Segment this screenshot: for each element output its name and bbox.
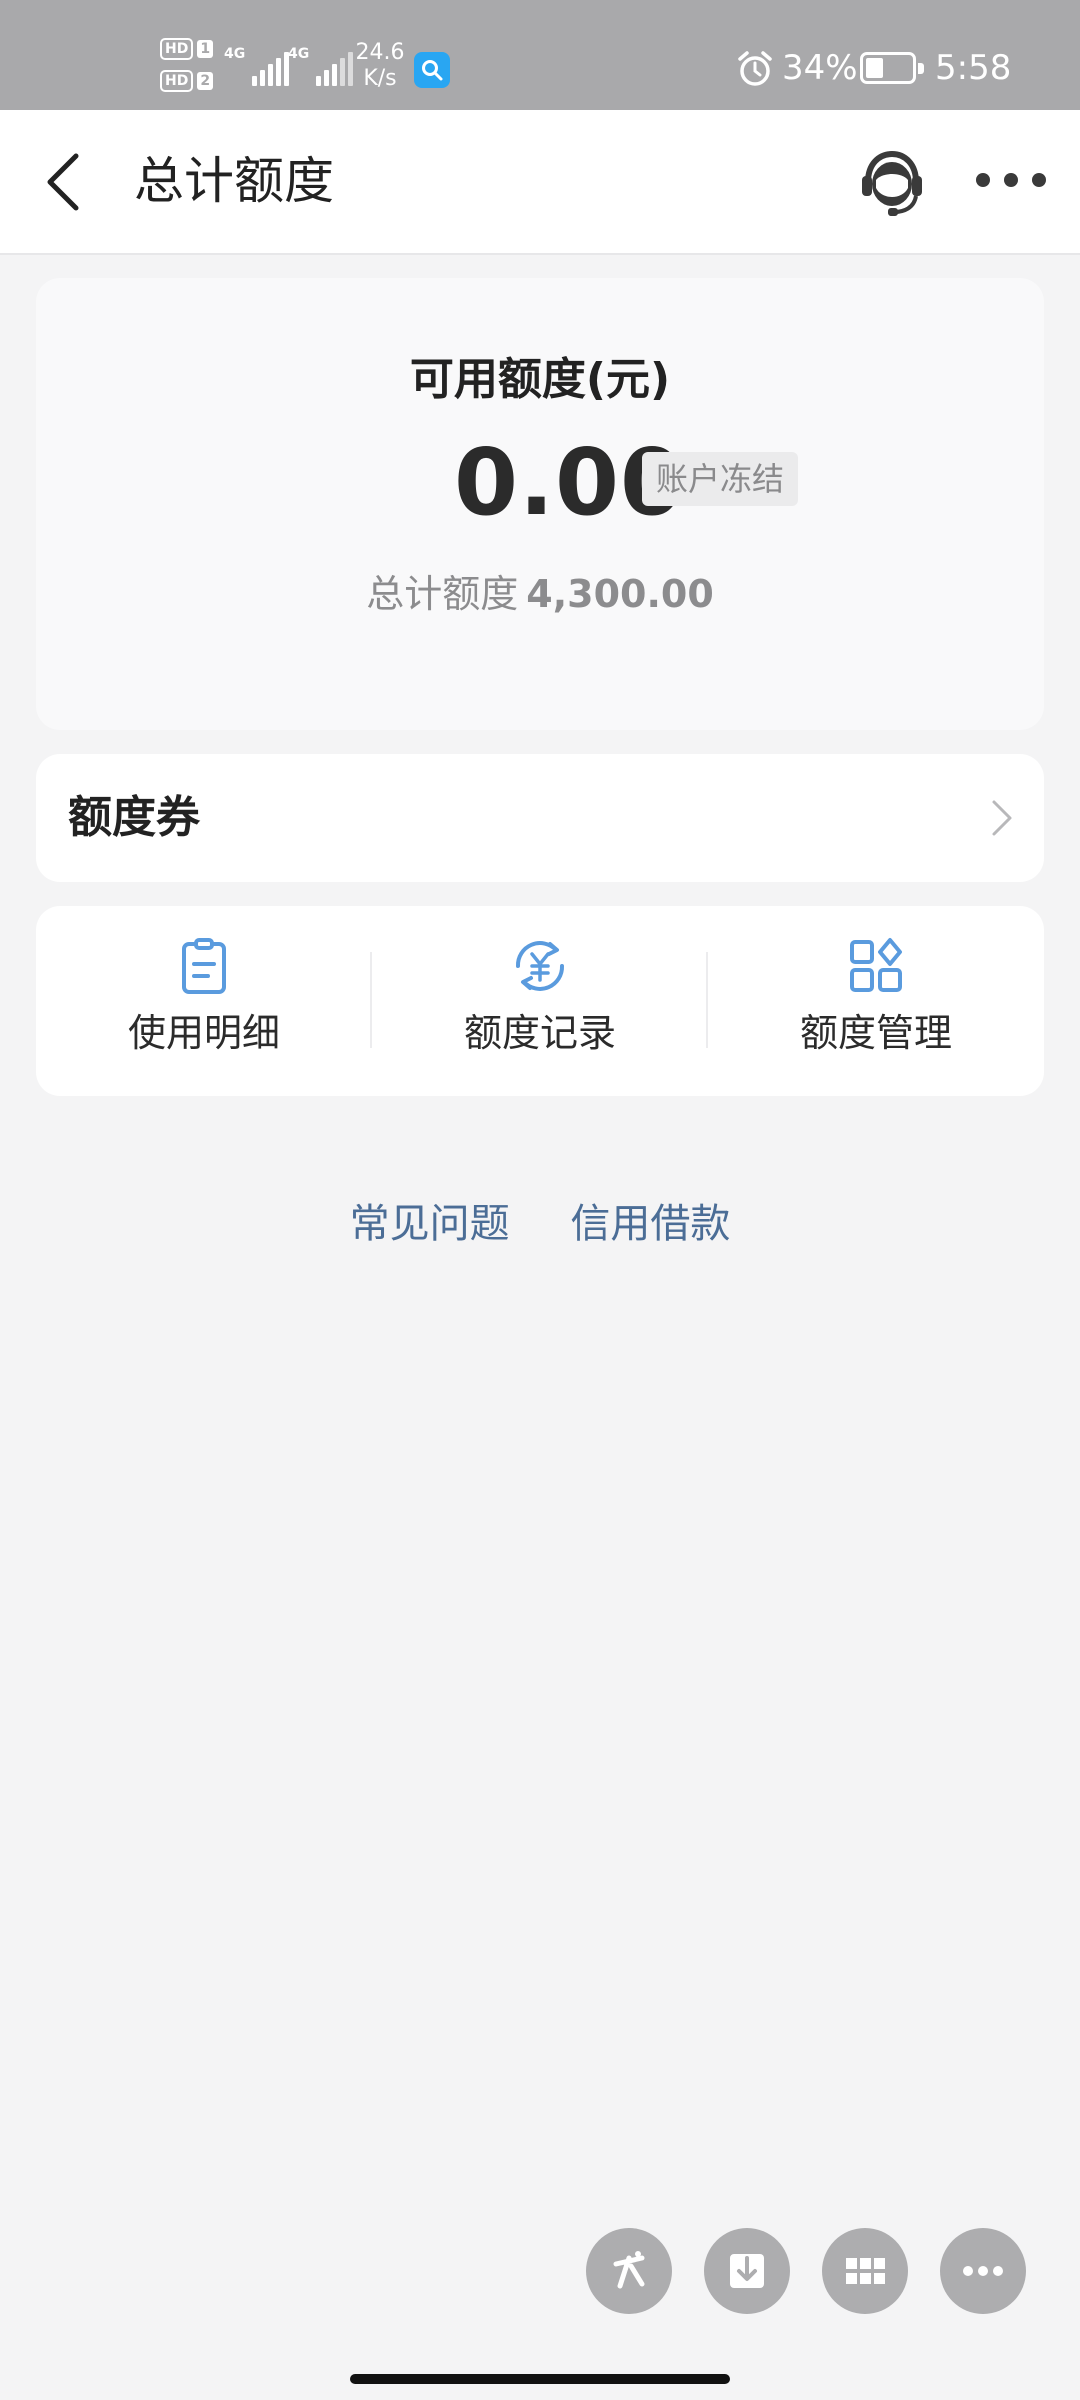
sim2-number: 2 — [197, 72, 214, 90]
page-title: 总计额度 — [134, 152, 334, 210]
search-app-icon — [414, 52, 450, 88]
quick-actions: 使用明细 额度记录 额度管理 — [36, 906, 1044, 1096]
available-credit-card: 可用额度(元) 0.00 账户冻结 总计额度 4,300.00 — [36, 278, 1044, 730]
status-bar: HD 1 HD 2 4G 4G 24.6 K/s 34% 5:58 — [0, 0, 1080, 110]
back-arrow-icon — [47, 153, 79, 211]
account-frozen-badge: 账户冻结 — [642, 452, 799, 506]
network-speed-value: 24.6 — [355, 40, 405, 65]
alarm-icon — [736, 50, 774, 92]
total-credit-value: 4,300.00 — [526, 572, 714, 616]
customer-service-icon — [862, 150, 922, 216]
grid-menu-button[interactable] — [822, 2228, 908, 2314]
total-credit-row: 总计额度 4,300.00 — [36, 568, 1044, 620]
more-floating-button[interactable] — [940, 2228, 1026, 2314]
total-credit-label: 总计额度 — [366, 572, 519, 616]
more-dots-icon — [963, 2266, 1003, 2276]
more-options-button[interactable] — [976, 160, 1046, 200]
grid-icon — [846, 2258, 885, 2284]
signal-1-icon: 4G — [224, 46, 290, 86]
credit-records-button[interactable]: 额度记录 — [372, 906, 708, 1096]
credit-management-button[interactable]: 额度管理 — [708, 906, 1044, 1096]
usage-details-button[interactable]: 使用明细 — [36, 906, 372, 1096]
chevron-right-icon — [992, 800, 1012, 836]
battery-percent: 34% — [782, 48, 858, 88]
sim-indicators: HD 1 HD 2 — [160, 36, 214, 94]
usage-details-label: 使用明细 — [127, 1011, 280, 1055]
credit-coupon-label: 额度券 — [68, 792, 200, 843]
download-button[interactable] — [704, 2228, 790, 2314]
home-indicator[interactable] — [350, 2374, 730, 2384]
sim1-hd-label: HD — [160, 38, 194, 60]
download-icon — [730, 2254, 764, 2288]
available-credit-label: 可用额度(元) — [409, 354, 671, 405]
help-links: 常见问题 信用借款 — [0, 1196, 1080, 1252]
sparkle-icon — [613, 2251, 645, 2289]
apps-grid-icon — [850, 938, 902, 992]
signal-2-icon: 4G — [288, 46, 354, 86]
sim2-hd-label: HD — [160, 70, 194, 92]
sim1-number: 1 — [197, 40, 214, 58]
faq-link[interactable]: 常见问题 — [350, 1201, 510, 1247]
customer-service-button[interactable] — [852, 144, 932, 224]
yen-cycle-icon — [515, 941, 565, 991]
battery-icon — [860, 52, 924, 84]
network-2-label: 4G — [288, 46, 310, 62]
credit-records-label: 额度记录 — [463, 1011, 616, 1055]
more-dot-icon — [1032, 173, 1046, 187]
app-header: 总计额度 — [0, 110, 1080, 255]
clock: 5:58 — [935, 48, 1012, 88]
credit-management-label: 额度管理 — [799, 1011, 952, 1055]
network-speed: 24.6 K/s — [354, 40, 406, 92]
more-dot-icon — [976, 173, 990, 187]
available-credit-row: 0.00 账户冻结 — [36, 428, 1044, 538]
document-list-icon — [182, 938, 226, 994]
mini-app-button[interactable] — [586, 2228, 672, 2314]
back-button[interactable] — [36, 150, 96, 214]
more-dot-icon — [1004, 173, 1018, 187]
credit-loan-link[interactable]: 信用借款 — [570, 1201, 730, 1247]
network-1-label: 4G — [224, 46, 246, 62]
credit-coupon-row[interactable]: 额度券 — [36, 754, 1044, 882]
network-speed-unit: K/s — [363, 66, 397, 91]
